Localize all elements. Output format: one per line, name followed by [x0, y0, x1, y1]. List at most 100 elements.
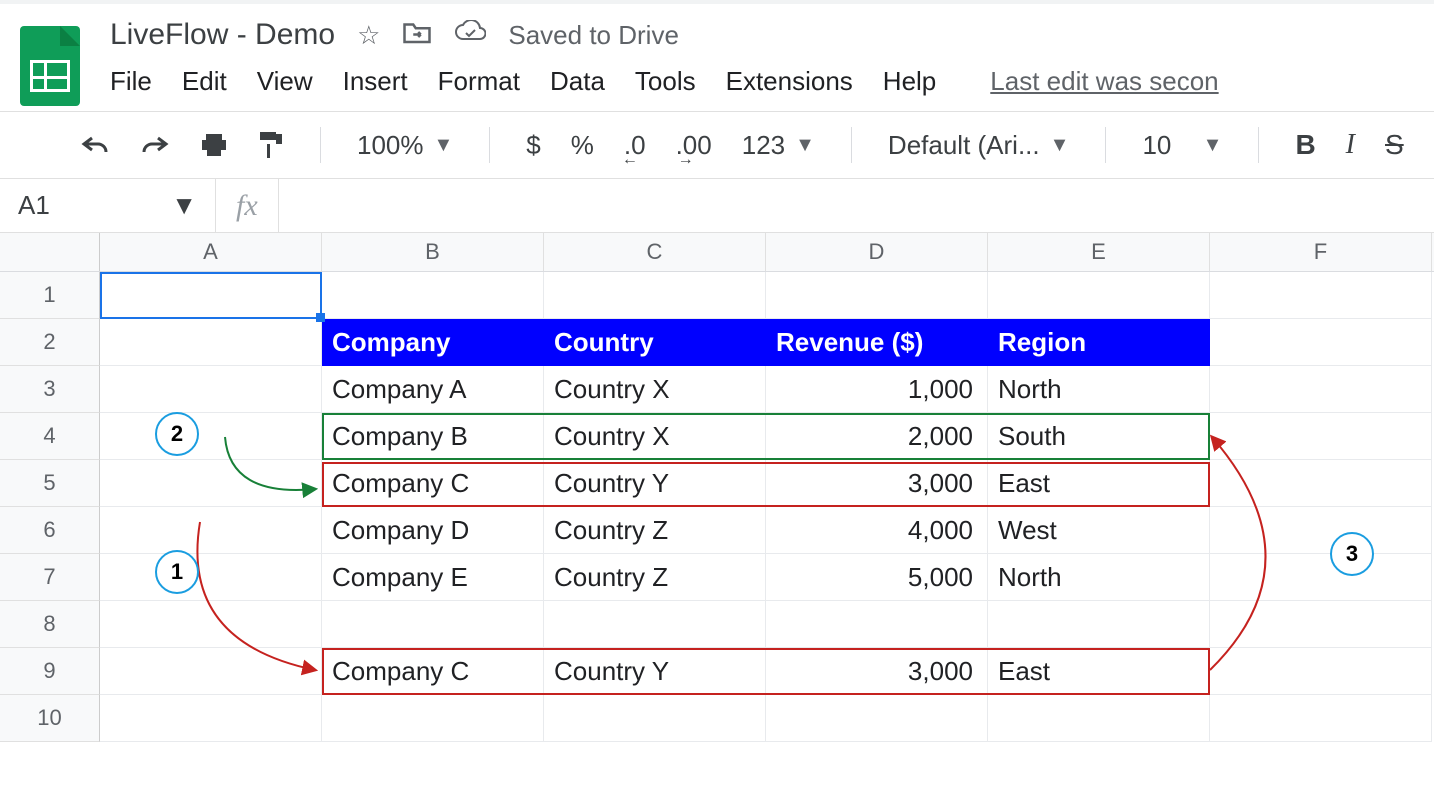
menu-data[interactable]: Data [550, 66, 605, 97]
cell[interactable] [100, 507, 322, 554]
cell[interactable] [1210, 507, 1432, 554]
select-all-cell[interactable] [0, 233, 100, 271]
menu-help[interactable]: Help [883, 66, 936, 97]
cell[interactable] [988, 695, 1210, 742]
menu-edit[interactable]: Edit [182, 66, 227, 97]
menu-insert[interactable]: Insert [343, 66, 408, 97]
col-header-a[interactable]: A [100, 233, 322, 271]
cell[interactable]: 1,000 [766, 366, 988, 413]
decrease-decimal-button[interactable]: .0 ← [614, 130, 656, 161]
font-select[interactable]: Default (Ari...▼ [878, 130, 1080, 161]
cell[interactable] [322, 695, 544, 742]
cell[interactable]: Country Y [544, 460, 766, 507]
cell[interactable]: North [988, 366, 1210, 413]
menu-tools[interactable]: Tools [635, 66, 696, 97]
cell[interactable]: West [988, 507, 1210, 554]
cell[interactable]: Country X [544, 366, 766, 413]
cell[interactable]: Country Z [544, 554, 766, 601]
cell[interactable] [100, 695, 322, 742]
paint-format-button[interactable] [248, 130, 294, 160]
cell[interactable] [544, 695, 766, 742]
menu-file[interactable]: File [110, 66, 152, 97]
menu-view[interactable]: View [257, 66, 313, 97]
row-header[interactable]: 8 [0, 601, 100, 648]
table-header[interactable]: Country [544, 319, 766, 366]
cell[interactable] [100, 460, 322, 507]
cell[interactable] [100, 272, 322, 319]
cell[interactable] [766, 272, 988, 319]
table-header[interactable]: Region [988, 319, 1210, 366]
document-title[interactable]: LiveFlow - Demo [110, 18, 335, 52]
cell[interactable] [100, 554, 322, 601]
cell[interactable]: Company C [322, 648, 544, 695]
col-header-f[interactable]: F [1210, 233, 1432, 271]
cell[interactable] [1210, 554, 1432, 601]
cell[interactable]: Company B [322, 413, 544, 460]
cell[interactable] [1210, 695, 1432, 742]
cell[interactable] [1210, 272, 1432, 319]
cell[interactable] [1210, 648, 1432, 695]
cell[interactable] [1210, 460, 1432, 507]
undo-button[interactable] [70, 134, 120, 156]
strikethrough-button[interactable]: S [1375, 129, 1414, 161]
number-format-select[interactable]: 123▼ [732, 130, 825, 161]
cell[interactable]: 3,000 [766, 460, 988, 507]
cell[interactable]: 4,000 [766, 507, 988, 554]
cell[interactable] [100, 366, 322, 413]
bold-button[interactable]: B [1285, 129, 1325, 161]
cell[interactable] [766, 695, 988, 742]
row-header[interactable]: 10 [0, 695, 100, 742]
table-header[interactable]: Company [322, 319, 544, 366]
cell[interactable] [100, 319, 322, 366]
cell[interactable]: Company D [322, 507, 544, 554]
zoom-select[interactable]: 100%▼ [347, 130, 463, 161]
cell[interactable] [1210, 413, 1432, 460]
cell[interactable]: 3,000 [766, 648, 988, 695]
col-header-e[interactable]: E [988, 233, 1210, 271]
cell[interactable]: East [988, 648, 1210, 695]
name-box[interactable]: A1▼ [0, 179, 216, 232]
row-header[interactable]: 2 [0, 319, 100, 366]
last-edit-link[interactable]: Last edit was secon [990, 66, 1218, 97]
cell[interactable]: 2,000 [766, 413, 988, 460]
cell[interactable] [1210, 319, 1432, 366]
cell[interactable]: Company C [322, 460, 544, 507]
row-header[interactable]: 4 [0, 413, 100, 460]
star-icon[interactable]: ☆ [357, 20, 380, 51]
cell[interactable] [766, 601, 988, 648]
cell[interactable]: Country Z [544, 507, 766, 554]
col-header-c[interactable]: C [544, 233, 766, 271]
cell[interactable] [988, 601, 1210, 648]
format-currency-button[interactable]: $ [516, 130, 550, 161]
menu-format[interactable]: Format [438, 66, 520, 97]
sheets-app-icon[interactable] [20, 26, 80, 106]
menu-extensions[interactable]: Extensions [726, 66, 853, 97]
cloud-saved-icon[interactable] [454, 20, 486, 51]
cell[interactable] [544, 601, 766, 648]
cell[interactable]: Country Y [544, 648, 766, 695]
cell[interactable]: Company A [322, 366, 544, 413]
cell[interactable]: Company E [322, 554, 544, 601]
cell[interactable]: North [988, 554, 1210, 601]
redo-button[interactable] [130, 134, 180, 156]
cell[interactable] [100, 413, 322, 460]
cell[interactable]: East [988, 460, 1210, 507]
cell[interactable] [1210, 366, 1432, 413]
row-header[interactable]: 6 [0, 507, 100, 554]
italic-button[interactable]: I [1336, 129, 1365, 161]
cell[interactable]: Country X [544, 413, 766, 460]
cell[interactable]: 5,000 [766, 554, 988, 601]
font-size-select[interactable]: 10▼ [1132, 130, 1232, 161]
col-header-b[interactable]: B [322, 233, 544, 271]
cell[interactable] [1210, 601, 1432, 648]
cell[interactable] [100, 601, 322, 648]
row-header[interactable]: 1 [0, 272, 100, 319]
cell[interactable] [100, 648, 322, 695]
increase-decimal-button[interactable]: .00 → [666, 130, 722, 161]
col-header-d[interactable]: D [766, 233, 988, 271]
format-percent-button[interactable]: % [561, 130, 604, 161]
cell[interactable] [322, 601, 544, 648]
cell[interactable] [322, 272, 544, 319]
move-to-folder-icon[interactable] [402, 19, 432, 52]
row-header[interactable]: 9 [0, 648, 100, 695]
